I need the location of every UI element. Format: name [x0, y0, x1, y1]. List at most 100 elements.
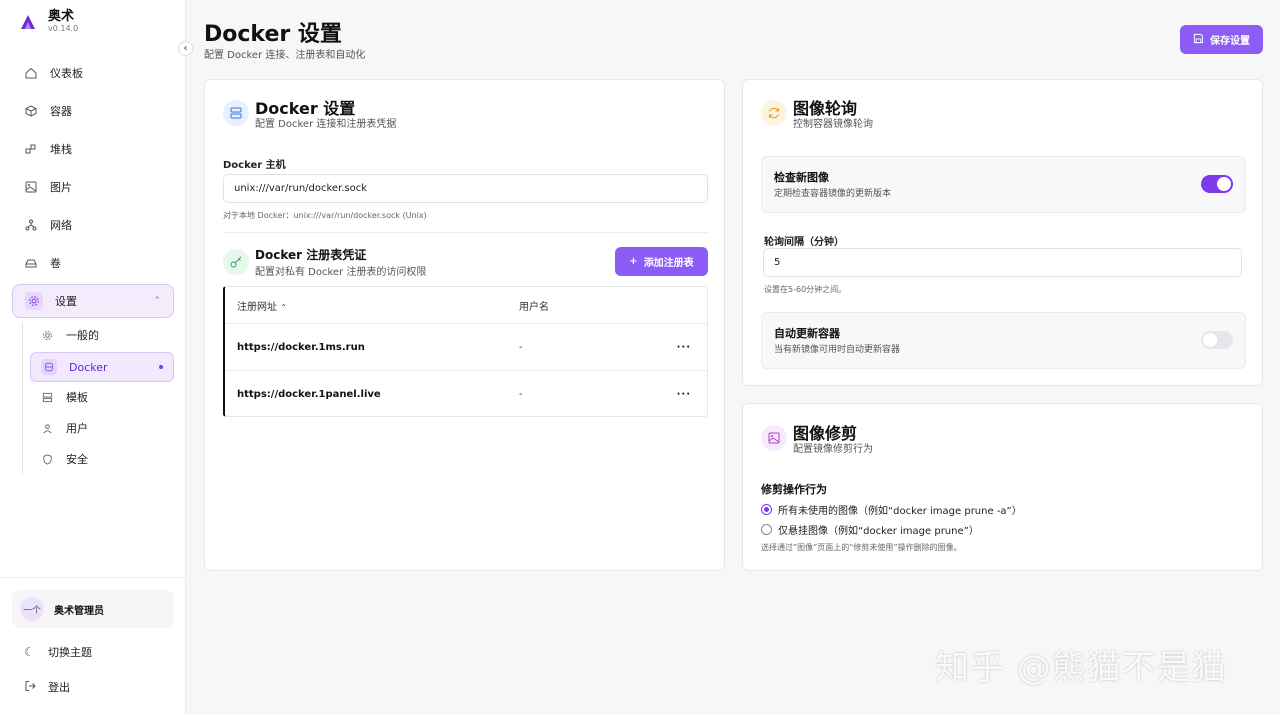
- sidebar-subitem-label: 用户: [66, 422, 88, 435]
- sidebar-item-networks[interactable]: 网络: [12, 208, 174, 242]
- registry-table: 注册网址 ⌃ 用户名 https://docker.1ms.run - ··· …: [223, 286, 708, 417]
- sidebar-subitem-docker[interactable]: Docker: [30, 352, 174, 382]
- gear-icon: [40, 328, 54, 342]
- save-settings-label: 保存设置: [1210, 36, 1250, 47]
- brand-version: v0.14.0: [48, 24, 79, 33]
- save-icon: [1193, 33, 1204, 47]
- check-new-images-toggle[interactable]: [1201, 175, 1233, 193]
- more-icon[interactable]: ···: [677, 342, 691, 353]
- user-card[interactable]: 一个 奥术管理员: [12, 590, 174, 628]
- auto-update-setting: 自动更新容器 当有新镜像可用时自动更新容器: [761, 312, 1246, 369]
- user-name: 奥术管理员: [54, 605, 104, 617]
- sidebar-item-label: 容器: [50, 105, 72, 118]
- sidebar-item-label: 堆栈: [50, 143, 72, 156]
- registry-subtitle: 配置对私有 Docker 注册表的访问权限: [255, 267, 427, 278]
- plus-icon: +: [629, 256, 638, 267]
- refresh-icon: [761, 100, 787, 126]
- check-new-images-setting: 检查新图像 定期检查容器镜像的更新版本: [761, 156, 1246, 213]
- sidebar-subitem-label: 安全: [66, 453, 88, 466]
- sidebar-item-volumes[interactable]: 卷: [12, 246, 174, 280]
- database-icon: [41, 359, 57, 375]
- prune-option-label: 所有未使用的图像（例如“docker image prune -a”）: [778, 506, 1022, 517]
- image-polling-card: 图像轮询 控制容器镜像轮询 检查新图像 定期检查容器镜像的更新版本 轮询间隔（分…: [742, 79, 1263, 386]
- sidebar-subitem-security[interactable]: 安全: [30, 444, 174, 474]
- sidebar-item-label: 图片: [50, 181, 72, 194]
- sidebar-collapse-button[interactable]: ‹: [178, 41, 193, 56]
- check-new-images-title: 检查新图像: [774, 171, 829, 184]
- stack-icon: [24, 142, 38, 156]
- home-icon: [24, 66, 38, 80]
- chevron-left-icon: ‹: [183, 43, 188, 54]
- brand-logo-icon: [18, 12, 38, 32]
- radio-button[interactable]: [761, 524, 772, 535]
- page-title: Docker 设置: [204, 22, 342, 47]
- page-subtitle: 配置 Docker 连接、注册表和自动化: [204, 50, 366, 61]
- registry-title: Docker 注册表凭证: [255, 248, 367, 262]
- divider: [223, 232, 708, 233]
- image-icon: [24, 180, 38, 194]
- submenu-line: [22, 322, 23, 474]
- watermark: 知乎 @熊猫不是猫: [935, 648, 1227, 688]
- logout-link[interactable]: 登出: [24, 679, 70, 695]
- sidebar-item-containers[interactable]: 容器: [12, 94, 174, 128]
- sidebar-item-images[interactable]: 图片: [12, 170, 174, 204]
- docker-settings-card: Docker 设置 配置 Docker 连接和注册表凭据 Docker 主机 u…: [204, 79, 725, 571]
- registry-url: https://docker.1ms.run: [237, 341, 365, 353]
- logout-label: 登出: [48, 681, 70, 694]
- prune-option-all[interactable]: 所有未使用的图像（例如“docker image prune -a”）: [761, 502, 1022, 517]
- logout-icon: [24, 680, 38, 695]
- column-username[interactable]: 用户名: [519, 298, 549, 313]
- column-url[interactable]: 注册网址 ⌃: [237, 298, 287, 313]
- toggle-theme-link[interactable]: ☾ 切换主题: [24, 644, 92, 660]
- sidebar-item-label: 网络: [50, 219, 72, 232]
- user-icon: [40, 421, 54, 435]
- sidebar-subitem-general[interactable]: 一般的: [30, 320, 174, 350]
- check-new-images-desc: 定期检查容器镜像的更新版本: [774, 189, 892, 199]
- radio-button[interactable]: [761, 504, 772, 515]
- prune-hint: 选择通过“图像”页面上的“修剪未使用”操作删除的图像。: [761, 543, 962, 552]
- chevron-up-icon: ⌃: [153, 296, 161, 306]
- docker-host-label: Docker 主机: [223, 160, 286, 171]
- sidebar-item-dashboard[interactable]: 仪表板: [12, 56, 174, 90]
- prune-option-dangling[interactable]: 仅悬挂图像（例如“docker image prune”）: [761, 522, 979, 537]
- sidebar-subitem-templates[interactable]: 模板: [30, 382, 174, 412]
- polling-interval-hint: 设置在5-60分钟之间。: [764, 285, 847, 294]
- add-registry-label: 添加注册表: [643, 258, 694, 269]
- table-row: https://docker.1panel.live - ···: [225, 370, 707, 417]
- registry-username: -: [519, 341, 523, 353]
- auto-update-toggle[interactable]: [1201, 331, 1233, 349]
- sidebar-item-label: 设置: [55, 295, 77, 308]
- card-subtitle: 配置 Docker 连接和注册表凭据: [255, 119, 397, 130]
- sidebar-subitem-label: Docker: [69, 360, 108, 374]
- polling-interval-input[interactable]: 5: [763, 248, 1242, 277]
- auto-update-title: 自动更新容器: [774, 327, 840, 340]
- card-subtitle: 配置镜像修剪行为: [793, 444, 873, 455]
- auto-update-desc: 当有新镜像可用时自动更新容器: [774, 345, 901, 355]
- prune-option-label: 仅悬挂图像（例如“docker image prune”）: [778, 526, 979, 537]
- registry-username: -: [519, 388, 523, 400]
- toggle-theme-label: 切换主题: [48, 646, 92, 659]
- toggle-knob: [1217, 177, 1231, 191]
- sidebar-item-label: 卷: [50, 257, 61, 270]
- brand-name: 奥术: [48, 9, 75, 24]
- sidebar-item-settings[interactable]: 设置 ⌃: [12, 284, 174, 318]
- sidebar-divider: [0, 577, 186, 578]
- save-settings-button[interactable]: 保存设置: [1180, 25, 1263, 54]
- add-registry-button[interactable]: + 添加注册表: [615, 247, 708, 276]
- key-icon: [223, 249, 249, 275]
- sidebar-item-stacks[interactable]: 堆栈: [12, 132, 174, 166]
- docker-host-input[interactable]: unix:///var/run/docker.sock: [223, 174, 708, 203]
- volume-icon: [24, 256, 38, 270]
- prune-behavior-label: 修剪操作行为: [761, 483, 827, 496]
- registry-url: https://docker.1panel.live: [237, 388, 381, 400]
- gear-icon: [25, 292, 43, 310]
- server-icon: [223, 100, 249, 126]
- sidebar-subitem-users[interactable]: 用户: [30, 413, 174, 443]
- moon-icon: ☾: [24, 645, 35, 659]
- box-icon: [24, 104, 38, 118]
- sidebar-subitem-label: 模板: [66, 391, 88, 404]
- brand[interactable]: 奥术 v0.14.0: [18, 10, 78, 34]
- more-icon[interactable]: ···: [677, 389, 691, 400]
- avatar: 一个: [20, 597, 44, 621]
- template-icon: [40, 390, 54, 404]
